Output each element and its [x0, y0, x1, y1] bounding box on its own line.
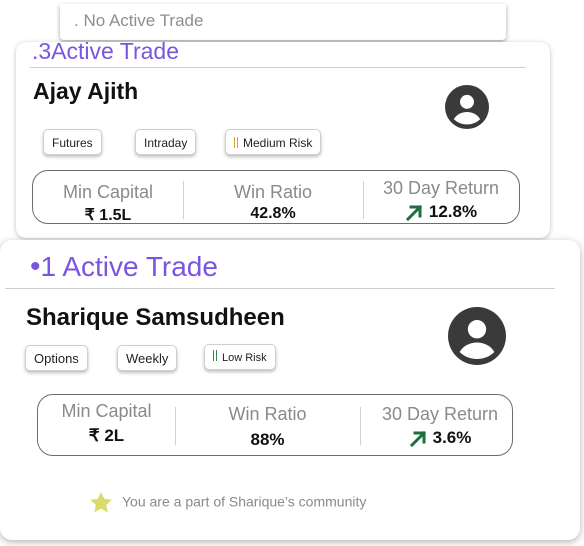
stat-min-capital: Min Capital ₹ 2L	[38, 395, 175, 455]
stat-win-ratio: Win Ratio 88%	[175, 395, 360, 455]
risk-bars-icon	[234, 131, 240, 157]
stats-panel: Min Capital ₹ 1.5L Win Ratio 42.8% 30 Da…	[32, 170, 520, 224]
stat-label: Win Ratio	[228, 404, 307, 424]
divider	[30, 67, 526, 68]
stat-label: Min Capital	[62, 182, 154, 202]
stat-value: 42.8%	[250, 205, 296, 222]
stat-30-day-return: 30 Day Return 12.8%	[363, 171, 519, 223]
tag-intraday[interactable]: Intraday	[135, 129, 197, 155]
stat-label: Min Capital	[61, 401, 152, 421]
stat-value: 12.8%	[428, 202, 478, 221]
account-circle-icon[interactable]	[445, 85, 489, 129]
stat-30-day-return: 30 Day Return 3.6%	[360, 395, 520, 455]
arrow-up-right-icon	[405, 204, 423, 221]
stat-value-row: 12.8%	[363, 202, 519, 222]
tag-risk-label: Medium Risk	[243, 136, 313, 150]
trader-card-no-trade[interactable]: . No Active Trade	[60, 4, 506, 40]
stat-label: Win Ratio	[233, 182, 313, 202]
trade-status: . No Active Trade	[74, 11, 204, 30]
tag-weekly[interactable]: Weekly	[117, 345, 178, 371]
trade-status-text: 1 Active Trade	[40, 251, 218, 282]
divider	[5, 288, 555, 289]
arrow-up-right-icon	[409, 430, 426, 447]
trade-status: .3Active Trade	[32, 38, 180, 64]
tag-options[interactable]: Options	[25, 345, 88, 371]
stats-panel: Min Capital ₹ 2L Win Ratio 88% 30 Day Re…	[37, 394, 513, 456]
stat-label: 30 Day Return	[381, 404, 499, 424]
community-text: You are a part of Sharique’s community	[122, 493, 367, 510]
community-note: You are a part of Sharique’s community	[86, 490, 366, 516]
tag-risk[interactable]: Low Risk	[204, 344, 276, 370]
trader-name: Sharique Samsudheen	[26, 304, 285, 331]
tag-risk-label: Low Risk	[222, 352, 267, 364]
stat-min-capital: Min Capital ₹ 1.5L	[33, 171, 183, 224]
stat-value: 88%	[250, 430, 285, 449]
trader-name: Ajay Ajith	[33, 78, 139, 104]
stat-value: 3.6%	[432, 428, 472, 447]
trader-card-ajay[interactable]: .3Active Trade Ajay Ajith Futures Intrad…	[16, 38, 550, 238]
stat-win-ratio: Win Ratio 42.8%	[183, 171, 363, 223]
account-circle-icon[interactable]	[448, 307, 506, 365]
stat-value-row: 3.6%	[360, 428, 520, 448]
risk-bars-icon	[213, 345, 219, 371]
stat-label: 30 Day Return	[382, 178, 500, 198]
star-icon	[90, 491, 112, 513]
status-dot: •	[30, 250, 41, 283]
tag-futures[interactable]: Futures	[43, 129, 102, 155]
stat-value: ₹ 2L	[88, 426, 125, 445]
trade-status: •1 Active Trade	[30, 250, 218, 284]
tag-risk[interactable]: Medium Risk	[225, 129, 322, 157]
stat-value: ₹ 1.5L	[84, 207, 132, 224]
